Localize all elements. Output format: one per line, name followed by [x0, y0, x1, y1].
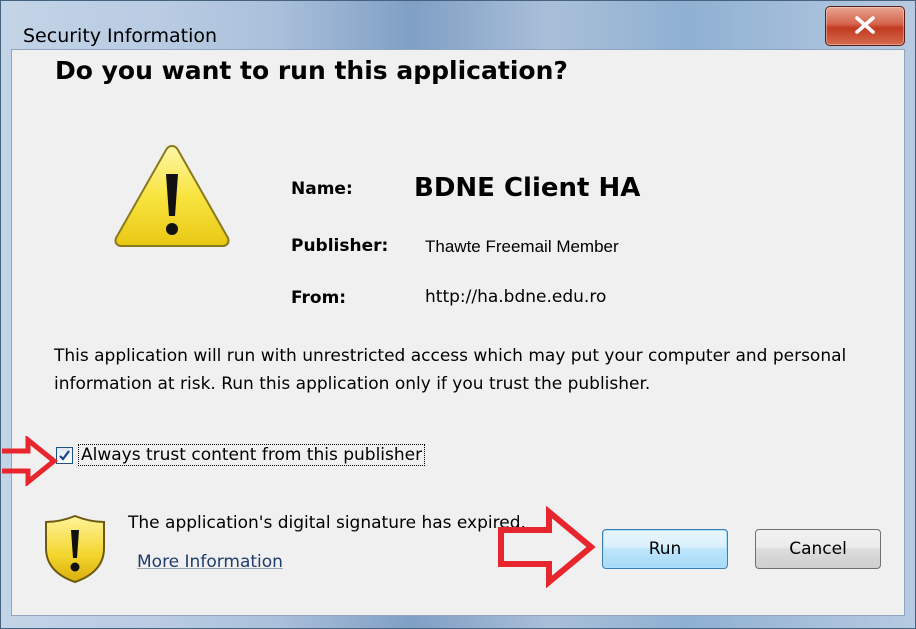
close-icon: [855, 16, 875, 34]
from-label: From:: [291, 288, 347, 308]
dialog-heading: Do you want to run this application?: [55, 56, 568, 85]
window-title: Security Information: [23, 25, 218, 47]
name-label: Name:: [291, 179, 353, 199]
run-button[interactable]: Run: [602, 529, 728, 569]
trust-publisher-label[interactable]: Always trust content from this publisher: [78, 444, 426, 466]
trust-publisher-checkbox[interactable]: [56, 446, 73, 464]
close-button[interactable]: [825, 6, 905, 46]
warning-shield-icon: [45, 514, 105, 584]
publisher-value: Thawte Freemail Member: [425, 237, 619, 256]
red-arrow-icon: [2, 436, 58, 486]
app-name-value: BDNE Client HA: [414, 173, 641, 203]
title-bar[interactable]: Security Information: [1, 1, 915, 49]
risk-message: This application will run with unrestric…: [54, 346, 847, 394]
warning-triangle-icon: [114, 144, 230, 247]
cancel-button[interactable]: Cancel: [755, 529, 881, 569]
signature-expired-text: The application's digital signature has …: [128, 513, 526, 533]
red-arrow-icon: [498, 506, 596, 588]
checkmark-icon: [59, 449, 70, 461]
from-value: http://ha.bdne.edu.ro: [425, 287, 607, 307]
more-information-link[interactable]: More Information: [137, 552, 283, 572]
trust-publisher-row[interactable]: Always trust content from this publisher: [56, 443, 426, 467]
publisher-label: Publisher:: [291, 236, 389, 256]
